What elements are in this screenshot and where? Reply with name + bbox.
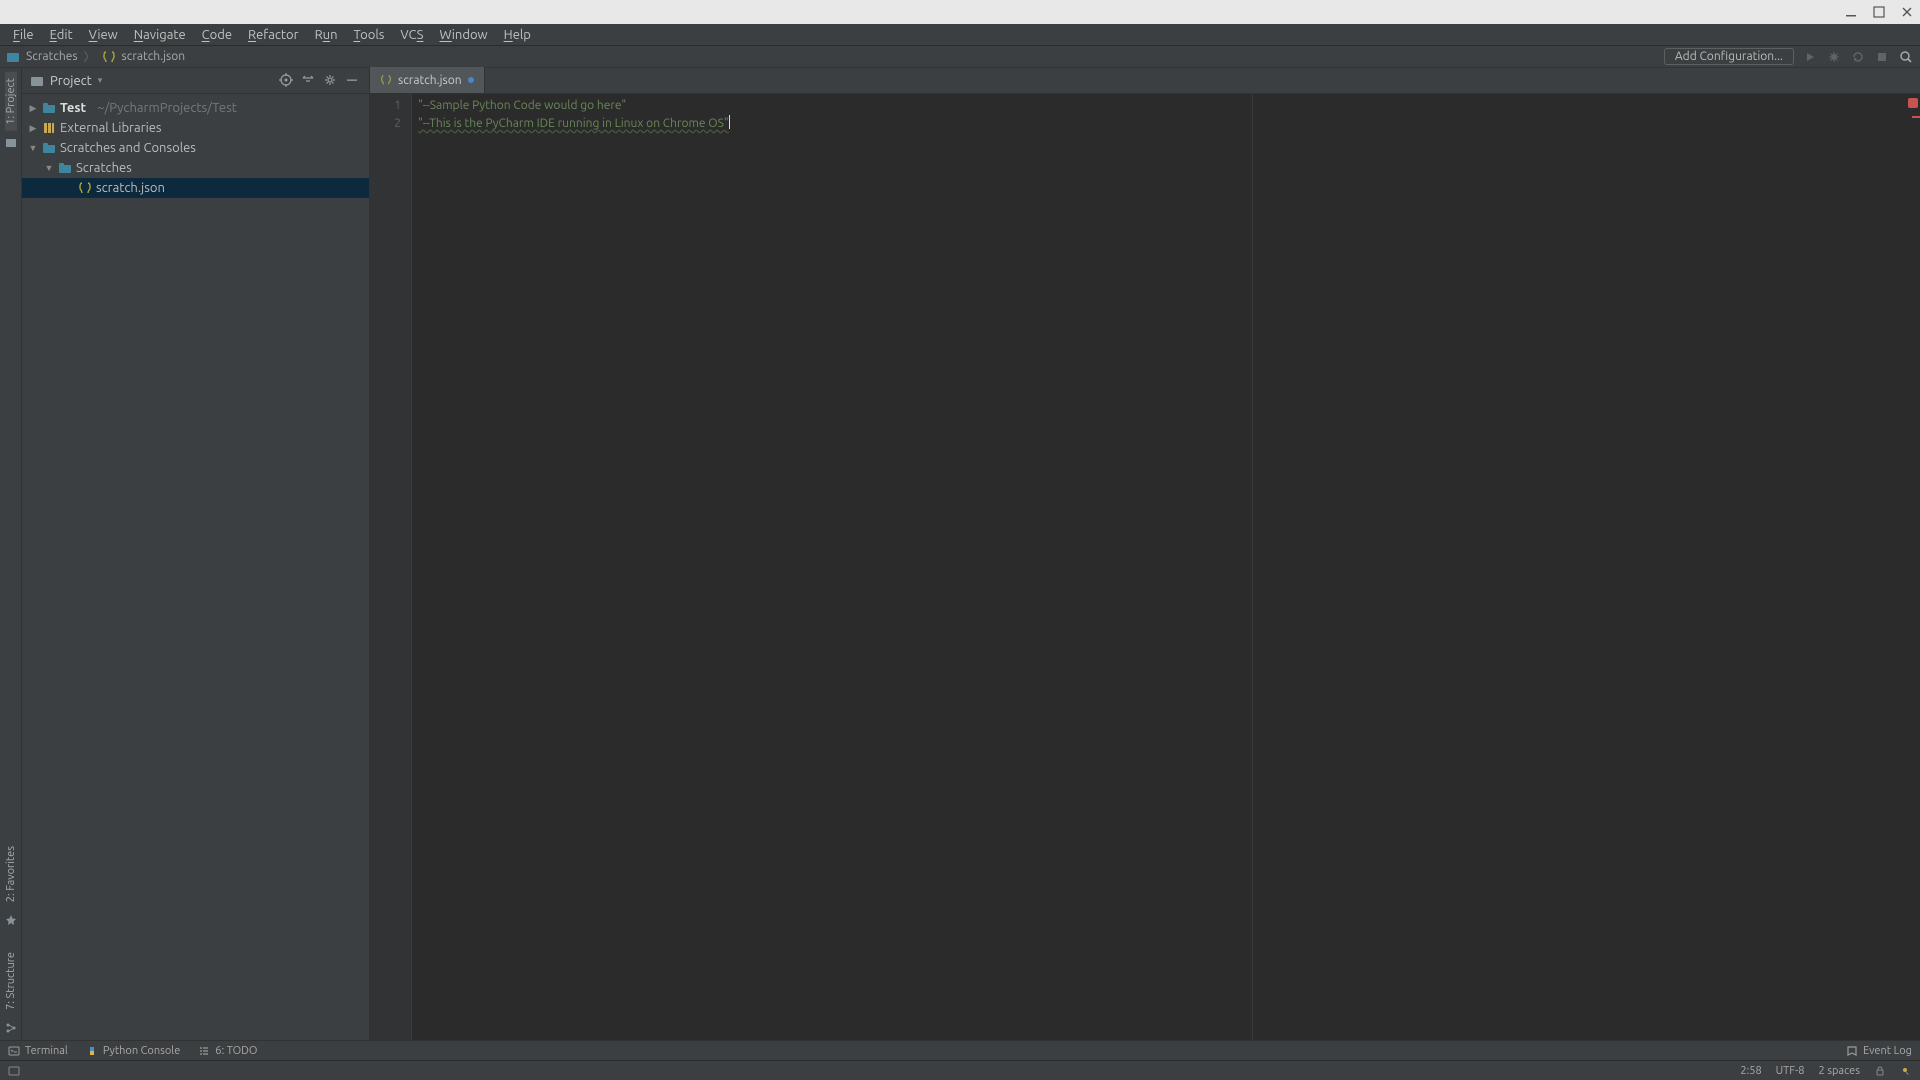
stop-icon[interactable]: [1874, 49, 1890, 65]
scratches-folder-icon: [58, 161, 72, 175]
project-panel-title: Project: [50, 74, 92, 88]
left-tool-gutter: 1: Project 2: Favorites 7: Structure: [0, 68, 22, 1040]
terminal-tab[interactable]: Terminal: [8, 1045, 68, 1057]
cursor-position[interactable]: 2:58: [1740, 1065, 1761, 1077]
maximize-icon[interactable]: [1872, 5, 1886, 19]
rerun-icon[interactable]: [1850, 49, 1866, 65]
status-bar: 2:58 UTF-8 2 spaces: [0, 1060, 1920, 1080]
hide-icon[interactable]: [345, 73, 361, 89]
editor-area: scratch.json 1 2 "--Sample Python Code w…: [370, 68, 1920, 1040]
line-number: 1: [370, 97, 401, 115]
json-file-icon: [78, 181, 92, 195]
chevron-down-icon[interactable]: ▼: [28, 143, 38, 153]
star-icon: [5, 914, 17, 926]
modified-indicator-icon: [468, 77, 474, 83]
python-icon: [86, 1045, 98, 1057]
menu-vcs[interactable]: VCS: [393, 26, 430, 44]
project-panel-header: Project ▾: [22, 68, 369, 94]
chevron-right-icon[interactable]: ▶: [28, 103, 38, 114]
event-log-icon: [1846, 1045, 1858, 1057]
tree-scratch-file[interactable]: scratch.json: [22, 178, 369, 198]
menu-window[interactable]: Window: [432, 26, 494, 44]
library-icon: [42, 121, 56, 135]
add-configuration-button[interactable]: Add Configuration...: [1664, 48, 1794, 65]
readonly-icon[interactable]: [1874, 1065, 1886, 1077]
menu-edit[interactable]: Edit: [43, 26, 80, 44]
scratches-icon: [42, 141, 56, 155]
debug-icon[interactable]: [1826, 49, 1842, 65]
menu-navigate[interactable]: Navigate: [127, 26, 193, 44]
breadcrumb: Scratches 〉 scratch.json: [6, 48, 185, 65]
error-mark[interactable]: [1912, 116, 1920, 118]
todo-tab[interactable]: 6: TODO: [198, 1045, 257, 1057]
project-view-icon: [30, 74, 44, 88]
project-tree: ▶ Test ~/PycharmProjects/Test ▶ External…: [22, 94, 369, 202]
inspection-icon[interactable]: [1900, 1065, 1912, 1077]
menu-tools[interactable]: Tools: [347, 26, 392, 44]
menu-help[interactable]: Help: [497, 26, 538, 44]
editor-tabs: scratch.json: [370, 68, 1920, 94]
folder-icon: [42, 101, 56, 115]
breadcrumb-file[interactable]: scratch.json: [122, 50, 186, 63]
terminal-icon: [8, 1045, 20, 1057]
line-number: 2: [370, 115, 401, 133]
collapse-icon[interactable]: [301, 73, 317, 89]
chevron-right-icon[interactable]: ▶: [28, 123, 38, 134]
menu-refactor[interactable]: Refactor: [241, 26, 306, 44]
tree-external-libraries[interactable]: ▶ External Libraries: [22, 118, 369, 138]
code-line: "--This is the PyCharm IDE running in Li…: [418, 117, 729, 130]
indent-setting[interactable]: 2 spaces: [1818, 1065, 1860, 1077]
close-icon[interactable]: [1900, 5, 1914, 19]
structure-icon: [5, 1022, 17, 1034]
tree-scratches-consoles[interactable]: ▼ Scratches and Consoles: [22, 138, 369, 158]
tree-root[interactable]: ▶ Test ~/PycharmProjects/Test: [22, 98, 369, 118]
navigation-bar: Scratches 〉 scratch.json Add Configurati…: [0, 46, 1920, 68]
code-editor[interactable]: "--Sample Python Code would go here" "--…: [412, 94, 1920, 1040]
editor-tab-label: scratch.json: [398, 74, 462, 87]
soft-wrap-guide: [1252, 94, 1253, 1040]
menubar: File Edit View Navigate Code Refactor Ru…: [0, 24, 1920, 46]
tool-structure-tab[interactable]: 7: Structure: [5, 946, 17, 1016]
python-console-tab[interactable]: Python Console: [86, 1045, 180, 1057]
menu-file[interactable]: File: [6, 26, 41, 44]
json-file-icon: [102, 50, 116, 64]
menu-run[interactable]: Run: [308, 26, 345, 44]
run-icon[interactable]: [1802, 49, 1818, 65]
scratches-icon: [6, 50, 20, 64]
code-line: "--Sample Python Code would go here": [418, 99, 626, 112]
menu-code[interactable]: Code: [195, 26, 239, 44]
chevron-down-icon[interactable]: ▼: [44, 163, 54, 173]
minimize-icon[interactable]: [1844, 5, 1858, 19]
menu-view[interactable]: View: [82, 26, 125, 44]
dropdown-icon[interactable]: ▾: [98, 75, 103, 86]
event-log-tab[interactable]: Event Log: [1846, 1045, 1912, 1057]
tree-scratches[interactable]: ▼ Scratches: [22, 158, 369, 178]
window-titlebar: [0, 0, 1920, 24]
error-indicator-icon[interactable]: [1908, 98, 1918, 108]
locate-icon[interactable]: [279, 73, 295, 89]
breadcrumb-root[interactable]: Scratches: [26, 50, 78, 63]
gear-icon[interactable]: [323, 73, 339, 89]
editor-tab-active[interactable]: scratch.json: [370, 67, 485, 93]
todo-icon: [198, 1045, 210, 1057]
json-file-icon: [380, 74, 392, 86]
project-tab-icon: [5, 137, 17, 149]
tool-project-tab[interactable]: 1: Project: [5, 72, 17, 131]
status-icon[interactable]: [8, 1065, 20, 1077]
breadcrumb-separator: 〉: [84, 48, 96, 65]
tool-favorites-tab[interactable]: 2: Favorites: [5, 840, 17, 908]
project-panel: Project ▾ ▶ Test ~/PycharmProjects/Test …: [22, 68, 370, 1040]
line-gutter: 1 2: [370, 94, 412, 1040]
search-icon[interactable]: [1898, 49, 1914, 65]
text-cursor: [729, 115, 730, 129]
file-encoding[interactable]: UTF-8: [1776, 1065, 1805, 1077]
bottom-toolbar: Terminal Python Console 6: TODO Event Lo…: [0, 1040, 1920, 1060]
